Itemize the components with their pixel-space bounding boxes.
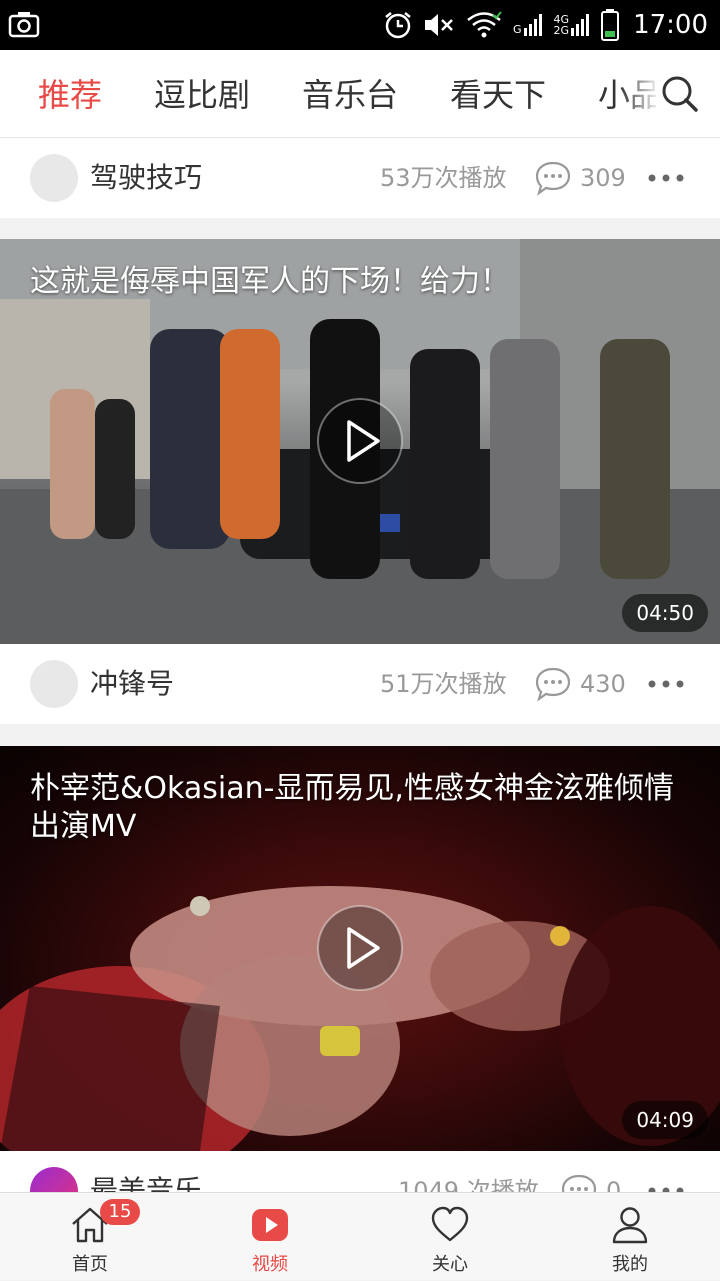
- net-bottom-label: 2G: [553, 24, 570, 37]
- signal-icon-2: [571, 14, 590, 36]
- comment-count: 430: [580, 670, 626, 698]
- category-tabs: 推荐 逗比剧 音乐台 看天下 小品: [0, 50, 720, 138]
- video-thumbnail[interactable]: 朴宰范&Okasian-显而易见,性感女神金泫雅倾情出演MV 04:09: [0, 746, 720, 1151]
- play-icon[interactable]: [316, 397, 404, 485]
- g-label: G: [513, 23, 522, 36]
- tab-comedy[interactable]: 逗比剧: [154, 50, 250, 137]
- comment-count: 309: [580, 164, 626, 192]
- wifi-icon: [467, 11, 502, 38]
- nav-me[interactable]: 我的: [540, 1193, 720, 1281]
- nav-me-label: 我的: [612, 1254, 648, 1275]
- avatar[interactable]: [30, 660, 78, 708]
- status-bar: G 4G 2G 17:00: [0, 0, 720, 50]
- screenshot-icon: [8, 12, 40, 38]
- play-icon[interactable]: [316, 904, 404, 992]
- notification-badge: 15: [100, 1199, 140, 1225]
- person-icon: [612, 1207, 648, 1244]
- status-time: 17:00: [633, 10, 708, 40]
- play-count: 51万次播放: [380, 670, 507, 698]
- author-name[interactable]: 冲锋号: [90, 644, 174, 724]
- author-name[interactable]: 驾驶技巧: [90, 138, 202, 218]
- heart-icon: [431, 1206, 469, 1242]
- more-icon[interactable]: [646, 172, 686, 184]
- avatar[interactable]: [30, 154, 78, 202]
- battery-icon: [601, 9, 620, 41]
- tab-music[interactable]: 音乐台: [302, 50, 398, 137]
- nav-video[interactable]: 视频: [180, 1193, 360, 1281]
- video-title[interactable]: 朴宰范&Okasian-显而易见,性感女神金泫雅倾情出演MV: [30, 770, 680, 846]
- tab-recommend[interactable]: 推荐: [38, 50, 102, 137]
- alarm-icon: [385, 12, 411, 39]
- play-count: 53万次播放: [380, 164, 507, 192]
- feed-item-meta: 冲锋号 51万次播放 430: [0, 644, 720, 724]
- tab-world[interactable]: 看天下: [450, 50, 546, 137]
- video-duration: 04:50: [622, 594, 708, 632]
- nav-video-label: 视频: [252, 1254, 288, 1275]
- mute-icon: [425, 14, 453, 36]
- bottom-nav: 15 首页 视频 关心 我的: [0, 1192, 720, 1280]
- video-thumbnail[interactable]: 这就是侮辱中国军人的下场！给力！ 04:50: [0, 239, 720, 644]
- comment-icon[interactable]: [534, 666, 572, 702]
- more-icon[interactable]: [646, 678, 686, 690]
- video-play-icon: [252, 1209, 288, 1241]
- nav-follow[interactable]: 关心: [360, 1193, 540, 1281]
- feed-item-meta: 驾驶技巧 53万次播放 309: [0, 138, 720, 218]
- video-duration: 04:09: [622, 1101, 708, 1139]
- search-button[interactable]: [656, 50, 720, 137]
- tab-fade: [620, 50, 660, 137]
- search-icon: [662, 76, 698, 112]
- signal-icon: [523, 14, 542, 36]
- nav-home-label: 首页: [72, 1254, 108, 1275]
- nav-follow-label: 关心: [432, 1254, 468, 1275]
- comment-icon[interactable]: [534, 160, 572, 196]
- nav-home[interactable]: 15 首页: [0, 1193, 180, 1281]
- video-title[interactable]: 这就是侮辱中国军人的下场！给力！: [30, 263, 680, 301]
